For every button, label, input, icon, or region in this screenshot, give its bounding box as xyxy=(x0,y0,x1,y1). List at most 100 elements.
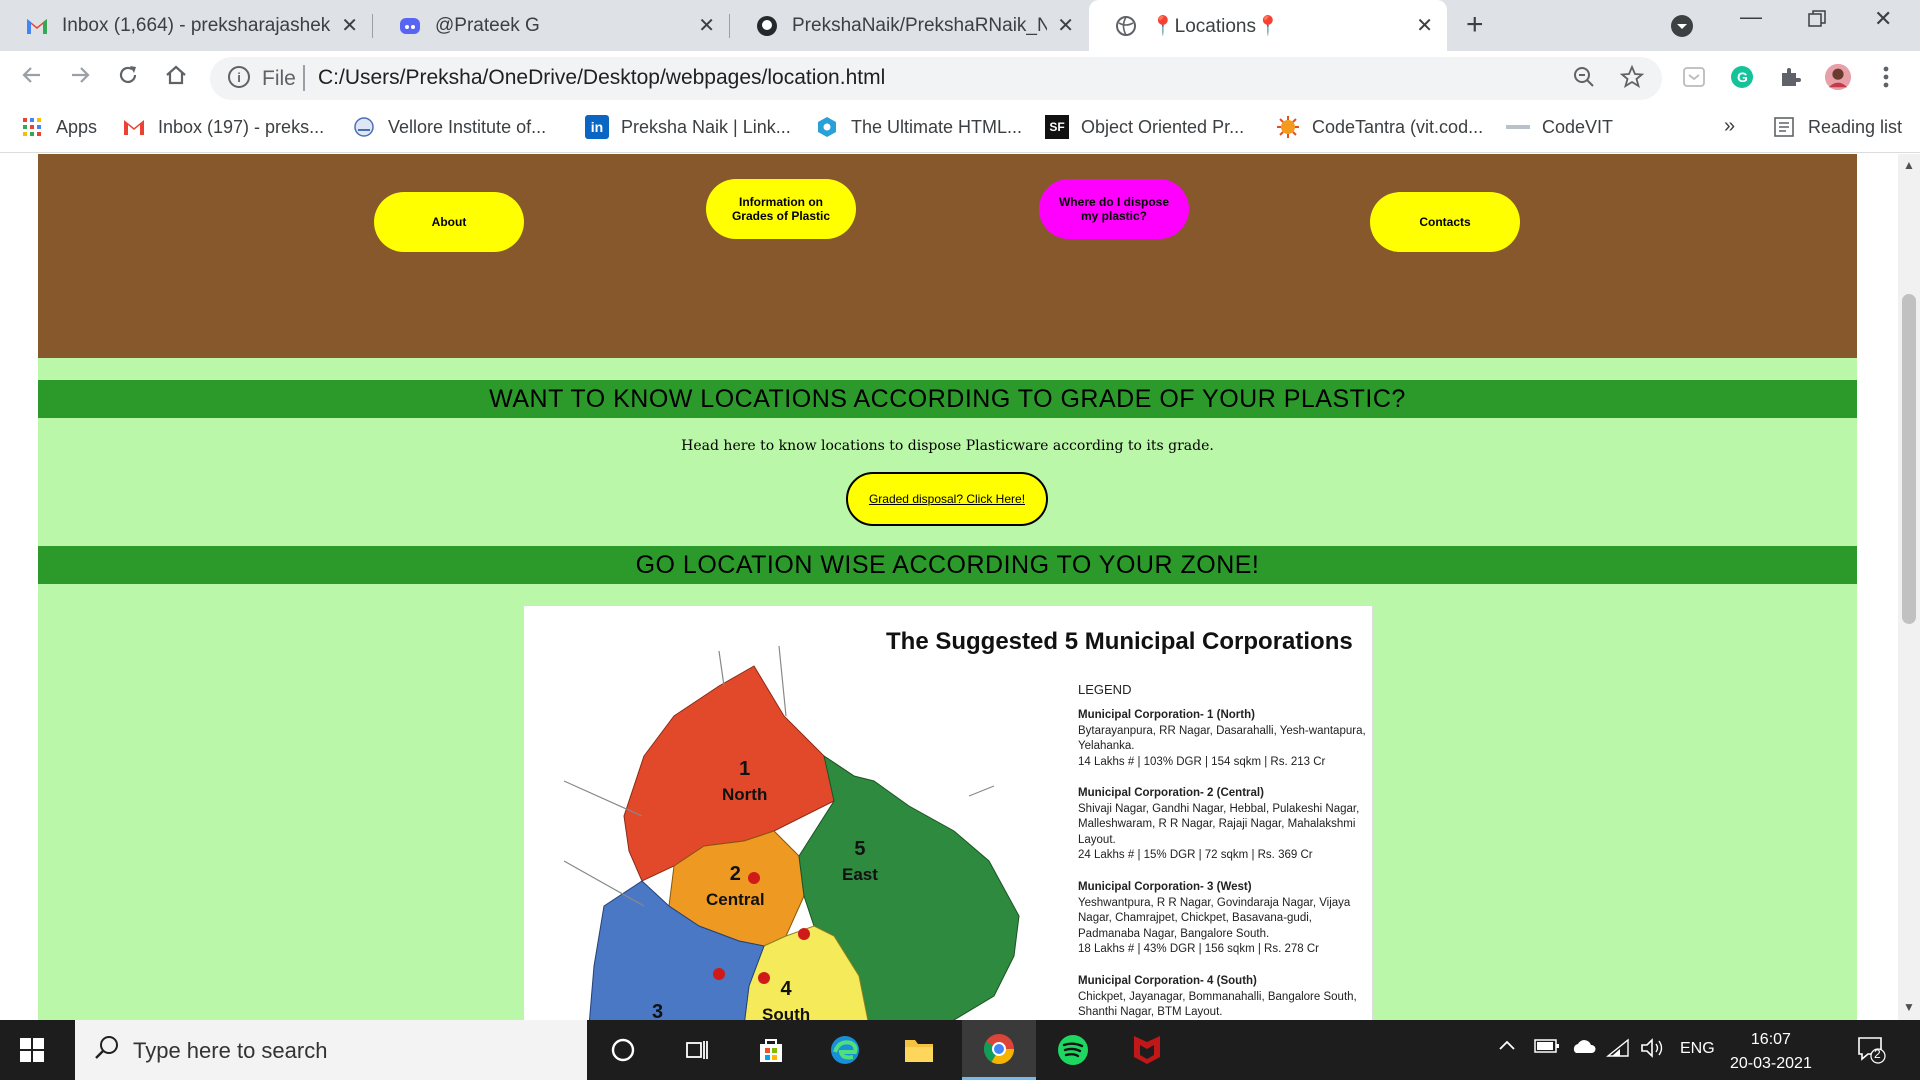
page-viewport: About Information on Grades of Plastic W… xyxy=(0,154,1898,1020)
windows-start-icon[interactable] xyxy=(20,1038,44,1062)
sf-icon: SF xyxy=(1045,115,1069,139)
search-placeholder: Type here to search xyxy=(133,1038,328,1063)
tab-search-icon[interactable] xyxy=(1670,6,1694,44)
task-view-icon[interactable] xyxy=(660,1020,734,1080)
star-icon[interactable] xyxy=(1619,64,1645,96)
scheme-label: File xyxy=(262,67,296,90)
menu-icon[interactable] xyxy=(1872,63,1900,91)
codetantra-icon xyxy=(1276,115,1300,139)
svg-text:G: G xyxy=(1737,69,1748,85)
browser-toolbar: i File C:/Users/Preksha/OneDrive/Desktop… xyxy=(0,51,1920,105)
close-icon[interactable]: ✕ xyxy=(341,13,358,38)
bookmark-linkedin[interactable]: in Preksha Naik | Link... xyxy=(585,115,791,139)
bookmark-label: The Ultimate HTML... xyxy=(851,116,1023,137)
legend-south: Municipal Corporation- 4 (South) Chickpe… xyxy=(1078,975,1357,1018)
close-icon[interactable]: ✕ xyxy=(1057,13,1074,38)
tab-locations[interactable]: 📍Locations📍 ✕ xyxy=(1089,0,1447,51)
bookmark-label: Apps xyxy=(56,116,98,137)
legend-west: Municipal Corporation- 3 (West) Yeshwant… xyxy=(1078,881,1351,955)
nav-grades-button[interactable]: Information on Grades of Plastic xyxy=(706,179,856,239)
page-scrollbar[interactable]: ▲ ▼ xyxy=(1898,154,1920,1020)
zone-north-label: 1 North xyxy=(722,758,768,804)
site-nav: About Information on Grades of Plastic W… xyxy=(38,154,1857,358)
restore-icon[interactable] xyxy=(1808,8,1826,34)
address-bar[interactable]: i File C:/Users/Preksha/OneDrive/Desktop… xyxy=(210,57,1662,100)
bookmark-label: Preksha Naik | Link... xyxy=(621,116,791,137)
bookmarks-bar: Apps Inbox (197) - preks... Vellore Inst… xyxy=(0,105,1920,153)
info-icon[interactable]: i xyxy=(228,66,250,88)
tray-overflow-icon[interactable] xyxy=(1498,1038,1516,1057)
bookmark-label: Vellore Institute of... xyxy=(388,116,547,137)
zoom-icon[interactable] xyxy=(1572,65,1596,96)
grade-text: Head here to know locations to dispose P… xyxy=(681,438,1214,454)
volume-icon[interactable] xyxy=(1640,1038,1664,1063)
grammarly-icon[interactable]: G xyxy=(1728,63,1756,91)
cortana-icon[interactable] xyxy=(586,1020,660,1080)
bookmark-sf[interactable]: SF Object Oriented Pr... xyxy=(1045,115,1244,139)
graded-disposal-button[interactable]: Graded disposal? Click Here! xyxy=(846,472,1048,526)
scroll-thumb[interactable] xyxy=(1902,294,1916,624)
nav-contacts-button[interactable]: Contacts xyxy=(1370,192,1520,252)
battery-icon[interactable] xyxy=(1534,1038,1560,1059)
zone-central-label: 2 Central xyxy=(706,863,765,909)
notifications-icon[interactable]: 2 xyxy=(1856,1034,1886,1069)
globe-icon xyxy=(1115,15,1137,37)
nav-about-button[interactable]: About xyxy=(374,192,524,252)
mcafee-icon[interactable] xyxy=(1110,1020,1184,1080)
bookmarks-overflow[interactable]: » xyxy=(1724,115,1735,138)
bookmark-gmail[interactable]: Inbox (197) - preks... xyxy=(122,115,324,139)
discord-icon xyxy=(399,15,421,37)
home-icon[interactable] xyxy=(164,63,188,94)
nav-dispose-button[interactable]: Where do I dispose my plastic? xyxy=(1039,179,1189,239)
codevit-icon xyxy=(1506,115,1530,139)
new-tab-button[interactable]: + xyxy=(1466,8,1484,42)
legend-central: Municipal Corporation- 2 (Central) Shiva… xyxy=(1078,787,1360,861)
vit-icon xyxy=(352,115,376,139)
github-icon xyxy=(756,15,778,37)
reload-icon[interactable] xyxy=(116,63,140,94)
bookmark-html[interactable]: The Ultimate HTML... xyxy=(815,115,1022,139)
legend-north: Municipal Corporation- 1 (North) Bytaray… xyxy=(1078,709,1366,768)
bookmark-codevit[interactable]: CodeVIT xyxy=(1506,115,1613,139)
taskbar: Type here to search ENG 16:07 20-03-2021 xyxy=(0,1020,1920,1080)
scroll-up-icon[interactable]: ▲ xyxy=(1903,158,1915,172)
minimize-icon[interactable]: — xyxy=(1740,4,1762,30)
chrome-icon[interactable] xyxy=(962,1020,1036,1080)
close-icon[interactable]: ✕ xyxy=(698,13,715,38)
bookmark-label: CodeTantra (vit.cod... xyxy=(1312,116,1484,137)
map-title: The Suggested 5 Municipal Corporations xyxy=(886,628,1353,655)
file-explorer-icon[interactable] xyxy=(882,1020,956,1080)
tab-gmail[interactable]: Inbox (1,664) - preksharajashekhar ✕ xyxy=(0,0,372,51)
bookmark-codetantra[interactable]: CodeTantra (vit.cod... xyxy=(1276,115,1483,139)
extensions-icon[interactable] xyxy=(1776,63,1804,91)
scroll-down-icon[interactable]: ▼ xyxy=(1903,1000,1915,1014)
taskbar-search[interactable]: Type here to search xyxy=(75,1020,587,1080)
close-icon[interactable]: ✕ xyxy=(1416,13,1433,38)
bookmark-apps[interactable]: Apps xyxy=(20,115,97,139)
language-indicator[interactable]: ENG xyxy=(1680,1040,1715,1058)
edge-icon[interactable] xyxy=(808,1020,882,1080)
bookmark-vit[interactable]: Vellore Institute of... xyxy=(352,115,546,139)
store-icon[interactable] xyxy=(734,1020,808,1080)
tab-strip: Inbox (1,664) - preksharajashekhar ✕ @Pr… xyxy=(0,0,1920,51)
grade-heading: WANT TO KNOW LOCATIONS ACCORDING TO GRAD… xyxy=(38,380,1857,418)
close-window-icon[interactable]: ✕ xyxy=(1874,6,1892,32)
wifi-icon[interactable] xyxy=(1606,1038,1630,1063)
url-text[interactable]: C:/Users/Preksha/OneDrive/Desktop/webpag… xyxy=(318,66,885,90)
reading-list-button[interactable]: Reading list xyxy=(1772,115,1902,139)
onedrive-icon[interactable] xyxy=(1570,1038,1596,1059)
pocket-icon[interactable] xyxy=(1680,63,1708,91)
zone-south-label: 4 South xyxy=(762,978,811,1020)
tab-discord[interactable]: @Prateek G ✕ xyxy=(373,0,729,51)
reading-list-icon xyxy=(1772,115,1796,139)
avatar[interactable] xyxy=(1824,63,1852,91)
back-icon[interactable] xyxy=(20,63,44,94)
tab-title: 📍Locations📍 xyxy=(1151,15,1280,37)
forward-icon[interactable] xyxy=(68,63,92,94)
clock-date: 20-03-2021 xyxy=(1730,1055,1812,1072)
clock[interactable]: 16:07 20-03-2021 xyxy=(1730,1028,1812,1076)
spotify-icon[interactable] xyxy=(1036,1020,1110,1080)
tab-github[interactable]: PrekshaNaik/PrekshaRNaik_NMIT ✕ xyxy=(730,0,1088,51)
zone-map-graphic xyxy=(563,645,1020,1020)
apps-grid-icon xyxy=(20,115,44,139)
